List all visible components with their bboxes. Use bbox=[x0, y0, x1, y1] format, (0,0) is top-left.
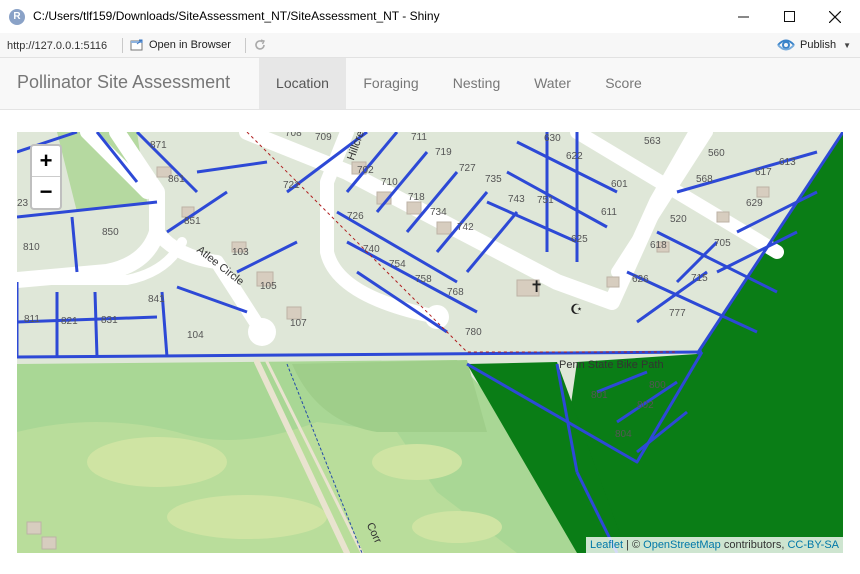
lot-label: 715 bbox=[691, 273, 708, 284]
lot-label: 831 bbox=[101, 315, 118, 326]
lot-label: 871 bbox=[150, 140, 167, 151]
lot-label: 804 bbox=[615, 429, 632, 440]
lot-label: 721 bbox=[283, 180, 300, 191]
zoom-control: + − bbox=[30, 144, 62, 210]
lot-label: 702 bbox=[357, 165, 374, 176]
maximize-button[interactable] bbox=[766, 0, 812, 33]
lot-label: 103 bbox=[232, 247, 249, 258]
lot-label: 743 bbox=[508, 194, 525, 205]
lot-label: 625 bbox=[571, 234, 588, 245]
leaflet-map[interactable]: ✝ ☪ Atlee Circle Hillcres Penn State Bik… bbox=[17, 132, 843, 553]
lot-label: 742 bbox=[457, 222, 474, 233]
app-navbar: Pollinator Site Assessment Location Fora… bbox=[0, 58, 860, 110]
lot-label: 851 bbox=[184, 216, 201, 227]
lot-label: 801 bbox=[591, 390, 608, 401]
lot-label: 568 bbox=[696, 174, 713, 185]
tab-water[interactable]: Water bbox=[517, 58, 588, 109]
viewer-toolbar: http://127.0.0.1:5116 Open in Browser Pu… bbox=[0, 33, 860, 58]
lot-label: 751 bbox=[537, 195, 554, 206]
lot-label: 104 bbox=[187, 330, 204, 341]
map-attribution: Leaflet | © OpenStreetMap contributors, … bbox=[585, 537, 843, 553]
publish-label: Publish bbox=[800, 39, 837, 51]
zoom-out-button[interactable]: − bbox=[32, 177, 60, 208]
lot-label: 800 bbox=[649, 380, 666, 391]
url-text: http://127.0.0.1:5116 bbox=[7, 40, 108, 52]
lot-label: 618 bbox=[650, 240, 667, 251]
zoom-in-button[interactable]: + bbox=[32, 146, 60, 177]
lot-label: 708 bbox=[285, 132, 302, 139]
lot-label: 718 bbox=[408, 192, 425, 203]
toolbar-divider bbox=[122, 38, 123, 53]
lot-label: 780 bbox=[465, 327, 482, 338]
r-app-icon: R bbox=[9, 9, 25, 25]
open-in-browser-button[interactable]: Open in Browser bbox=[130, 36, 231, 54]
lot-label: 734 bbox=[430, 207, 447, 218]
lot-label: 611 bbox=[601, 207, 617, 218]
lot-label: 711 bbox=[411, 132, 427, 143]
app-brand: Pollinator Site Assessment bbox=[17, 72, 231, 92]
lot-label: 850 bbox=[102, 227, 119, 238]
lot-label: 777 bbox=[669, 308, 686, 319]
minimize-icon bbox=[737, 16, 749, 18]
close-button[interactable] bbox=[812, 0, 858, 33]
tab-nesting[interactable]: Nesting bbox=[436, 58, 517, 109]
open-browser-icon bbox=[130, 39, 143, 51]
lot-label: 821 bbox=[61, 316, 78, 327]
lot-label: 629 bbox=[746, 198, 763, 209]
lot-label: 560 bbox=[708, 148, 725, 159]
attribution-contributors: contributors, bbox=[720, 539, 788, 551]
lot-label: 719 bbox=[435, 147, 452, 158]
refresh-icon[interactable] bbox=[253, 38, 267, 52]
lot-label: 630 bbox=[544, 133, 561, 144]
leaflet-link[interactable]: Leaflet bbox=[590, 539, 623, 551]
open-in-browser-label: Open in Browser bbox=[149, 39, 231, 51]
lot-label: 810 bbox=[23, 242, 40, 253]
lot-label: 861 bbox=[168, 174, 185, 185]
toolbar-divider bbox=[245, 38, 246, 53]
svg-text:☪: ☪ bbox=[570, 302, 583, 318]
chevron-down-icon: ▼ bbox=[843, 40, 851, 50]
lot-label: 802 bbox=[637, 400, 654, 411]
lot-label: 726 bbox=[347, 211, 364, 222]
openstreetmap-link[interactable]: OpenStreetMap bbox=[643, 539, 721, 551]
street-label-bike-path: Penn State Bike Path bbox=[559, 359, 664, 371]
publish-icon bbox=[777, 39, 795, 51]
close-icon bbox=[829, 10, 841, 23]
lot-label: 811 bbox=[24, 314, 40, 325]
attribution-separator: | © bbox=[623, 539, 644, 551]
window-titlebar: R C:/Users/tlf159/Downloads/SiteAssessme… bbox=[0, 0, 860, 33]
lot-label: 727 bbox=[459, 163, 476, 174]
tab-foraging[interactable]: Foraging bbox=[346, 58, 436, 109]
lot-label: 617 bbox=[755, 167, 772, 178]
tab-score[interactable]: Score bbox=[588, 58, 659, 109]
svg-text:✝: ✝ bbox=[530, 277, 543, 296]
lot-label: 709 bbox=[315, 132, 332, 143]
lot-label: 710 bbox=[381, 177, 398, 188]
license-link[interactable]: CC-BY-SA bbox=[787, 539, 839, 551]
lot-label: 626 bbox=[632, 274, 649, 285]
minimize-button[interactable] bbox=[720, 0, 766, 33]
lot-label: 107 bbox=[290, 318, 307, 329]
lot-label: 705 bbox=[714, 238, 731, 249]
map-tiles[interactable]: ✝ ☪ bbox=[17, 132, 843, 553]
lot-label: 105 bbox=[260, 281, 277, 292]
maximize-icon bbox=[783, 11, 795, 22]
lot-label: 23 bbox=[17, 198, 29, 209]
lot-label: 758 bbox=[415, 274, 432, 285]
lot-label: 740 bbox=[363, 244, 380, 255]
lot-label: 768 bbox=[447, 287, 464, 298]
lot-label: 563 bbox=[644, 136, 661, 147]
lot-label: 841 bbox=[148, 294, 165, 305]
window-title: C:/Users/tlf159/Downloads/SiteAssessment… bbox=[33, 9, 440, 23]
publish-button[interactable]: Publish ▼ bbox=[777, 36, 851, 54]
lot-label: 613 bbox=[779, 157, 796, 168]
lot-label: 622 bbox=[566, 151, 583, 162]
lot-label: 735 bbox=[485, 174, 502, 185]
lot-label: 754 bbox=[389, 259, 406, 270]
lot-label: 601 bbox=[611, 179, 628, 190]
tab-location[interactable]: Location bbox=[259, 58, 346, 109]
lot-label: 520 bbox=[670, 214, 687, 225]
